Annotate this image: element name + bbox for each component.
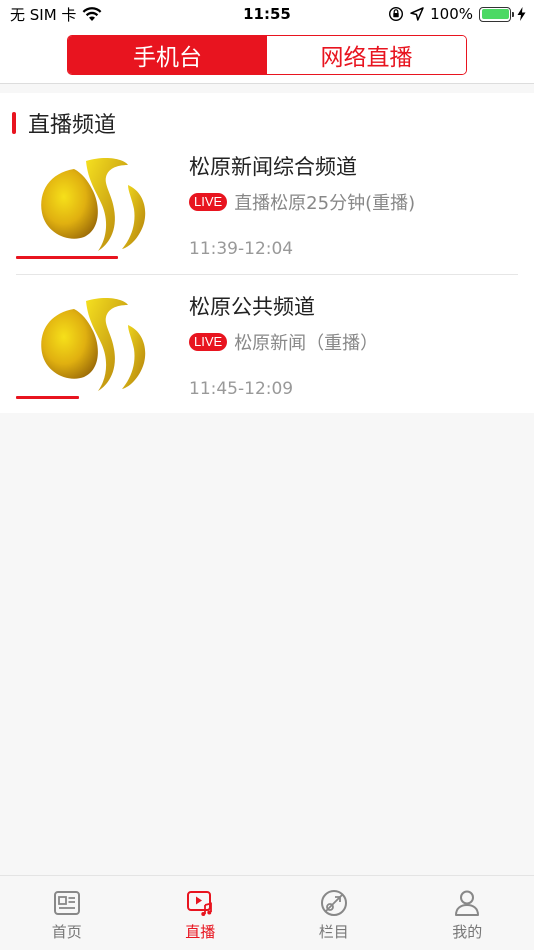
tab-columns-label: 栏目 — [318, 923, 349, 941]
person-icon — [455, 890, 480, 916]
tab-live[interactable]: 直播 — [134, 876, 268, 950]
tab-live-label: 直播 — [185, 923, 216, 941]
progress-line — [16, 396, 79, 399]
progress-line — [16, 256, 118, 259]
tab-mine[interactable]: 我的 — [401, 876, 534, 950]
location-arrow-icon — [410, 7, 424, 21]
bottom-tab-bar: 首页 直播 栏目 我的 — [0, 875, 534, 950]
program-title: 松原新闻（重播） — [234, 333, 379, 354]
segmented-control: 手机台 网络直播 — [67, 35, 467, 75]
tab-mobile-station[interactable]: 手机台 — [68, 36, 267, 74]
program-title: 直播松原25分钟(重播) — [234, 193, 416, 214]
live-badge: LIVE — [189, 193, 228, 211]
channel-name: 松原公共频道 — [189, 295, 315, 319]
tab-online-live-label: 网络直播 — [320, 45, 413, 71]
battery-percent: 100% — [430, 5, 473, 23]
channel-item[interactable]: 松原新闻综合频道 LIVE 直播松原25分钟(重播) 11:39-12:04 — [0, 143, 534, 275]
channel-name: 松原新闻综合频道 — [189, 155, 357, 179]
battery-fill — [481, 9, 509, 19]
status-left: 无 SIM 卡 — [10, 4, 102, 25]
channel-logo-icon — [41, 158, 146, 251]
section-accent-bar — [12, 112, 16, 134]
live-badge: LIVE — [189, 333, 228, 351]
tab-online-live[interactable]: 网络直播 — [267, 36, 466, 74]
channel-logo-icon — [41, 298, 146, 391]
channel-list-card: 直播频道 松原新闻综合频道 LIVE 直播松原25分钟(重播) 11:39-12… — [0, 93, 534, 413]
live-video-icon — [187, 891, 213, 916]
status-bar: 无 SIM 卡 11:55 100% — [0, 0, 534, 28]
program-time: 11:39-12:04 — [189, 239, 294, 259]
tab-mine-label: 我的 — [452, 923, 483, 941]
list-divider — [16, 274, 518, 275]
tab-home[interactable]: 首页 — [0, 876, 134, 950]
column-disc-icon — [320, 890, 347, 916]
top-header: 手机台 网络直播 — [0, 28, 534, 84]
section-header: 直播频道 — [12, 107, 116, 139]
channel-program-row: LIVE 松原新闻（重播） — [189, 329, 378, 355]
tab-columns[interactable]: 栏目 — [267, 876, 401, 950]
channel-item[interactable]: 松原公共频道 LIVE 松原新闻（重播） 11:45-12:09 — [0, 283, 534, 415]
section-title: 直播频道 — [28, 113, 117, 138]
program-time: 11:45-12:09 — [189, 379, 294, 399]
tab-home-label: 首页 — [51, 923, 82, 941]
tab-mobile-station-label: 手机台 — [133, 45, 202, 71]
news-icon — [53, 891, 80, 915]
battery-icon — [479, 6, 514, 22]
wifi-icon — [83, 6, 102, 21]
carrier-label: 无 SIM 卡 — [10, 5, 77, 24]
orientation-lock-icon — [389, 6, 404, 22]
status-right: 100% — [388, 5, 526, 23]
channel-program-row: LIVE 直播松原25分钟(重播) — [189, 189, 415, 215]
charging-bolt-icon — [517, 7, 526, 21]
